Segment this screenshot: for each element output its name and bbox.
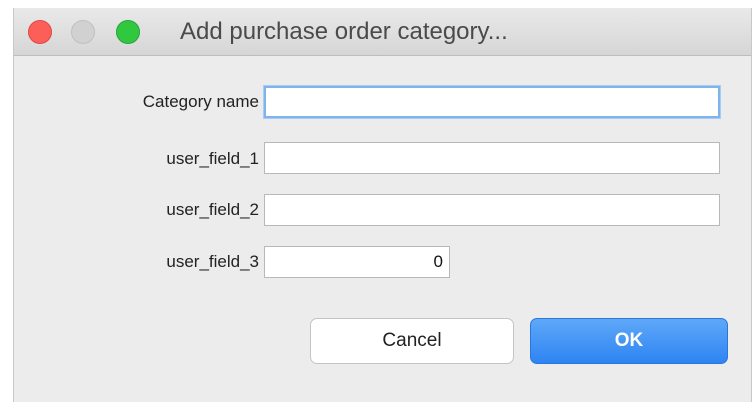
zoom-window-button[interactable] <box>116 20 140 44</box>
user-field-3-label: user_field_3 <box>166 252 259 271</box>
close-window-button[interactable] <box>28 20 52 44</box>
category-name-label: Category name <box>142 92 259 111</box>
category-name-input[interactable] <box>264 86 720 118</box>
user-field-2-input[interactable] <box>264 194 720 226</box>
user-field-2-label: user_field_2 <box>166 200 259 219</box>
title-bar[interactable]: Add purchase order category... <box>14 8 751 56</box>
dialog-window: Add purchase order category... Category … <box>13 8 752 402</box>
user-field-1-input[interactable] <box>264 142 720 174</box>
window-title: Add purchase order category... <box>180 18 508 45</box>
user-field-3-input[interactable] <box>264 246 450 278</box>
user-field-1-label: user_field_1 <box>166 149 259 168</box>
minimize-window-button[interactable] <box>71 20 95 44</box>
ok-button[interactable]: OK <box>530 318 728 364</box>
cancel-button[interactable]: Cancel <box>310 318 514 364</box>
